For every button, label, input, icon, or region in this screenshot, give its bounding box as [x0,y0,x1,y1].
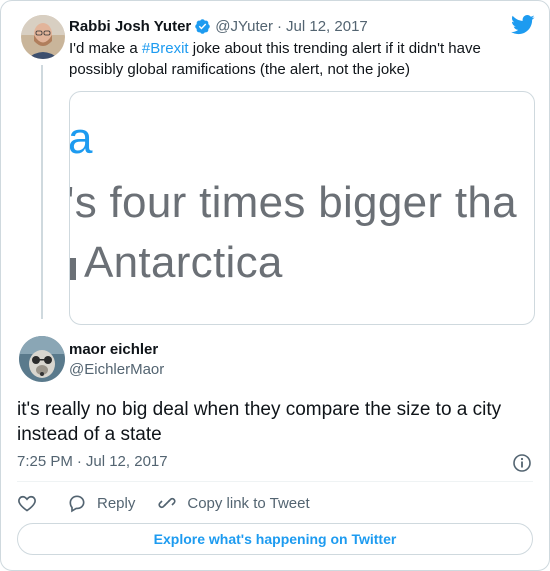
info-icon[interactable] [512,453,532,478]
twitter-bird-icon[interactable] [511,15,535,40]
reply-button[interactable]: Reply [67,493,135,513]
hashtag-link[interactable]: #Brexit [142,40,189,57]
parent-text-before: I'd make a [69,40,142,57]
parent-tweet-header: Rabbi Josh Yuter @JYuter · Jul 12, 2017 [69,16,368,36]
reply-bubble-icon [67,493,87,513]
copy-link-button[interactable]: Copy link to Tweet [157,493,310,513]
link-icon [157,493,177,513]
media-text-line-2: 's four times bigger tha [69,178,517,227]
reply-author-avatar[interactable] [19,336,65,382]
explore-twitter-button[interactable]: Explore what's happening on Twitter [17,523,533,555]
reply-tweet-text: it's really no big deal when they compar… [17,399,502,445]
tweet-media-image[interactable]: a 's four times bigger tha Antarctica [69,91,535,325]
media-text-line-1: a [69,114,93,163]
like-button[interactable] [17,493,37,513]
tweet-timestamp[interactable]: 7:25 PM · Jul 12, 2017 [17,453,168,470]
heart-icon [17,493,37,513]
separator-dot: · [76,453,82,470]
divider [17,481,533,482]
copy-link-label: Copy link to Tweet [187,494,310,512]
separator-dot: · [277,17,283,35]
parent-author-avatar[interactable] [21,15,65,59]
tweet-embed-card: Rabbi Josh Yuter @JYuter · Jul 12, 2017 … [0,0,550,571]
parent-author-handle[interactable]: @JYuter [215,18,273,35]
parent-author-name[interactable]: Rabbi Josh Yuter [69,18,191,35]
media-cropped-glyph [70,258,76,280]
reply-author-name[interactable]: maor eichler [69,341,158,358]
tweet-time[interactable]: 7:25 PM [17,453,73,470]
parent-tweet-text: I'd make a #Brexit joke about this trend… [69,38,509,80]
parent-tweet-date[interactable]: Jul 12, 2017 [286,18,368,35]
verified-badge-icon [194,18,211,35]
reply-author-handle[interactable]: @EichlerMaor [69,361,164,378]
tweet-actions-bar: Reply Copy link to Tweet [17,491,332,515]
thread-connector-line [41,65,43,319]
media-text-line-3: Antarctica [84,238,283,287]
tweet-date[interactable]: Jul 12, 2017 [86,453,168,470]
reply-label: Reply [97,494,136,512]
